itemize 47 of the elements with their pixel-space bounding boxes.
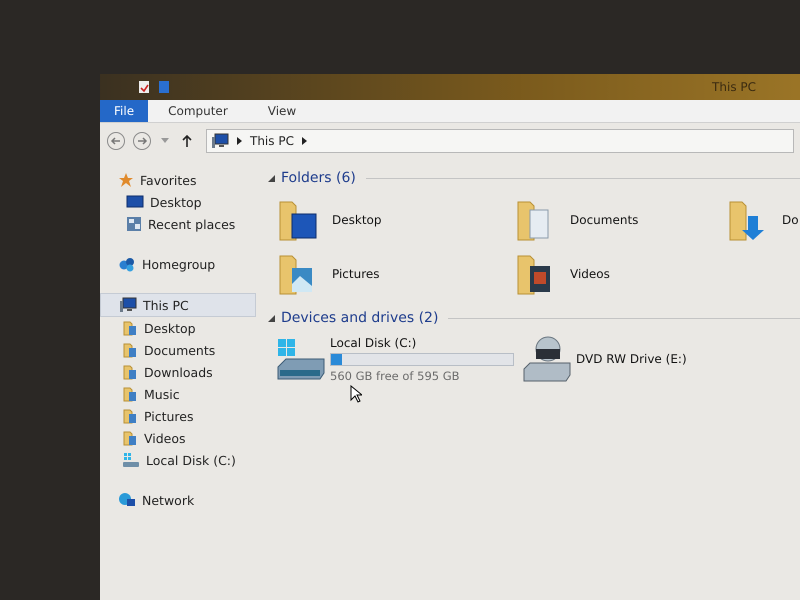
free-space-text: 560 GB free of 595 GB bbox=[330, 368, 461, 382]
nav-item[interactable]: Videos bbox=[100, 427, 258, 449]
hard-drive-icon bbox=[276, 337, 326, 381]
nav-item[interactable]: Desktop bbox=[100, 317, 258, 339]
folder-tile[interactable]: Pictures bbox=[276, 249, 514, 299]
nav-item[interactable]: Desktop bbox=[100, 191, 258, 213]
drive-tile[interactable]: DVD RW Drive (E:) bbox=[522, 335, 687, 383]
homegroup-icon bbox=[118, 256, 136, 272]
folder-tile[interactable]: Documents bbox=[514, 195, 726, 245]
drive-icon bbox=[122, 452, 140, 468]
nav-item[interactable]: Favorites bbox=[100, 169, 258, 191]
caret-icon[interactable] bbox=[302, 137, 307, 145]
monitor-icon bbox=[126, 195, 144, 209]
nav-item[interactable]: Pictures bbox=[100, 405, 258, 427]
mouse-pointer-icon bbox=[350, 385, 362, 403]
nav-item[interactable]: Downloads bbox=[100, 361, 258, 383]
file-menu-button[interactable]: File bbox=[100, 100, 148, 122]
window-title: This PC bbox=[712, 80, 757, 94]
nav-item[interactable]: This PC bbox=[100, 293, 256, 317]
folder-tile[interactable]: Do bbox=[726, 195, 800, 245]
ribbon-tab[interactable]: Computer bbox=[148, 100, 248, 122]
folder-tile[interactable]: Videos bbox=[514, 249, 726, 299]
collapse-icon[interactable] bbox=[268, 174, 275, 182]
ribbon-tab[interactable]: View bbox=[248, 100, 316, 122]
computer-icon bbox=[119, 297, 137, 313]
address-field[interactable]: This PC bbox=[206, 129, 794, 153]
forward-button[interactable] bbox=[132, 131, 152, 151]
collapse-icon[interactable] bbox=[268, 314, 275, 322]
nav-item[interactable]: Homegroup bbox=[100, 253, 258, 275]
breadcrumb[interactable]: This PC bbox=[250, 134, 294, 148]
nav-item[interactable]: Local Disk (C:) bbox=[100, 449, 258, 471]
computer-icon bbox=[211, 133, 229, 149]
nav-item[interactable]: Network bbox=[100, 489, 258, 511]
network-icon bbox=[118, 492, 136, 508]
back-button[interactable] bbox=[106, 131, 126, 151]
drive-tile[interactable]: Local Disk (C:) 560 GB free of 595 GB bbox=[276, 335, 506, 383]
properties-icon[interactable] bbox=[138, 80, 150, 94]
star-icon bbox=[118, 172, 134, 188]
caret-icon[interactable] bbox=[237, 137, 242, 145]
nav-item[interactable]: Documents bbox=[100, 339, 258, 361]
group-heading: Folders (6) bbox=[281, 170, 356, 186]
nav-item[interactable]: Recent places bbox=[100, 213, 258, 235]
window-icon bbox=[126, 216, 142, 232]
group-heading: Devices and drives (2) bbox=[281, 310, 438, 326]
nav-item[interactable]: Music bbox=[100, 383, 258, 405]
folder-tile[interactable]: Desktop bbox=[276, 195, 514, 245]
dvd-drive-icon bbox=[522, 335, 572, 383]
